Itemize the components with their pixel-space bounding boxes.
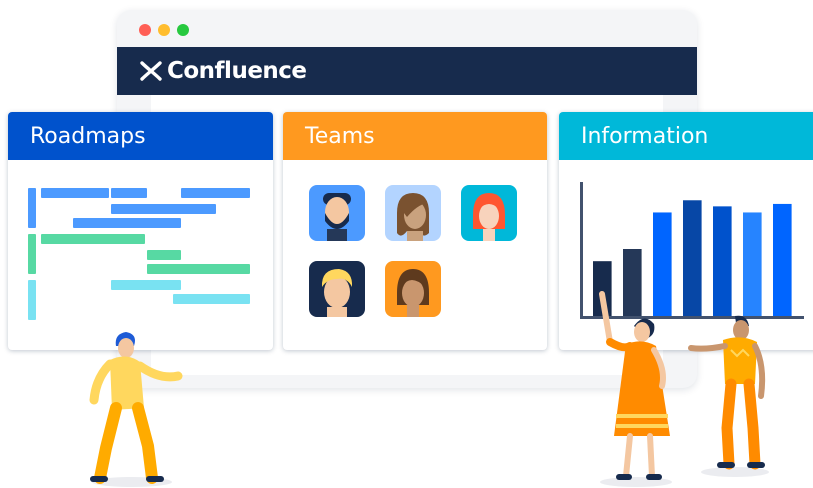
chart-bar (773, 203, 792, 316)
gantt-bar (73, 218, 181, 228)
woman-dark-hair-avatar-icon[interactable] (385, 261, 441, 317)
woman-brown-hair-avatar-icon[interactable] (385, 185, 441, 241)
app-header: Confluence (117, 47, 697, 95)
gantt-bar (111, 204, 216, 214)
chart-y-axis (580, 182, 583, 319)
teams-title: Teams (305, 123, 375, 149)
maximize-window-dot[interactable] (177, 24, 189, 36)
man-beard-avatar-icon[interactable] (309, 185, 365, 241)
information-card-header: Information (559, 112, 813, 160)
teams-card[interactable]: Teams (283, 112, 547, 350)
teams-card-header: Teams (283, 112, 547, 160)
chart-bar (713, 206, 732, 316)
window-controls (139, 24, 189, 36)
close-window-dot[interactable] (139, 24, 151, 36)
gantt-bar (173, 294, 250, 304)
gantt-bar (181, 188, 250, 198)
gantt-lane-marker (28, 234, 36, 274)
person-standing-illustration (688, 315, 769, 477)
person-pointing-illustration (599, 291, 672, 487)
gantt-bar (147, 250, 181, 260)
gantt-bar (41, 234, 145, 244)
woman-red-hair-avatar-icon[interactable] (461, 185, 517, 241)
roadmaps-card-header: Roadmaps (8, 112, 273, 160)
gantt-bar (41, 188, 109, 198)
gantt-lane-marker (28, 280, 36, 320)
person-walking-illustration (89, 332, 183, 487)
chart-bar (743, 212, 762, 316)
information-title: Information (581, 123, 709, 149)
confluence-logo-icon (140, 61, 162, 81)
gantt-bar (111, 280, 181, 290)
minimize-window-dot[interactable] (158, 24, 170, 36)
gantt-bar (111, 188, 147, 198)
gantt-lane-marker (28, 188, 36, 228)
chart-bar (683, 200, 702, 316)
team-avatars (283, 160, 547, 350)
roadmaps-card[interactable]: Roadmaps (8, 112, 273, 350)
roadmaps-title: Roadmaps (30, 123, 146, 149)
confluence-logo[interactable]: Confluence (139, 58, 307, 84)
brand-name: Confluence (167, 58, 307, 84)
man-blonde-hair-avatar-icon[interactable] (309, 261, 365, 317)
gantt-bar (147, 264, 250, 274)
